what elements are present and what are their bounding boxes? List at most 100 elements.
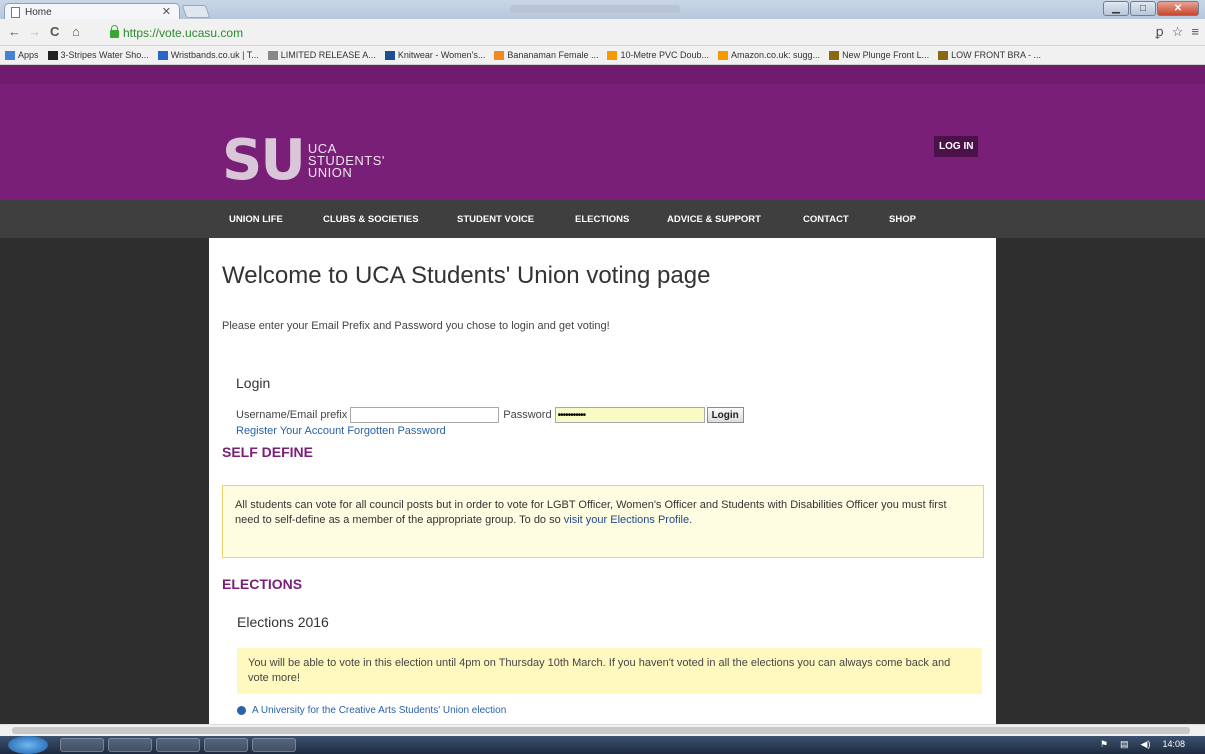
window-title-bar: Home ✕ ▁ □ ✕	[0, 0, 1205, 20]
main-content: Welcome to UCA Students' Union voting pa…	[209, 238, 996, 724]
bookmark-favicon-icon	[157, 50, 168, 60]
explorer-taskbar-icon[interactable]	[60, 738, 104, 752]
menu-icon[interactable]: ≡	[1191, 24, 1199, 40]
bookmark-favicon-icon	[5, 50, 15, 60]
reload-icon[interactable]: C	[50, 24, 59, 39]
login-heading: Login	[236, 375, 271, 391]
bookmark-label: Apps	[18, 50, 39, 60]
election-link-row[interactable]: A University for the Creative Arts Stude…	[237, 705, 506, 716]
browser-toolbar: ← → C ⌂ https://vote.ucasu.com ꝑ ☆ ≡	[0, 19, 1205, 46]
clock[interactable]: 14:08	[1162, 739, 1185, 750]
password-input[interactable]	[554, 407, 705, 423]
elections-year-heading: Elections 2016	[237, 614, 329, 630]
flag-icon[interactable]: ⚑	[1100, 739, 1108, 750]
window-controls: ▁ □ ✕	[1103, 1, 1199, 16]
browser-tab[interactable]: Home ✕	[4, 3, 180, 20]
election-link[interactable]: A University for the Creative Arts Stude…	[252, 705, 506, 716]
logo-letters: SU	[222, 128, 306, 193]
start-button[interactable]	[8, 736, 48, 754]
username-input[interactable]	[350, 407, 500, 423]
extension-icon[interactable]: ꝑ	[1155, 24, 1163, 40]
nav-advice-support[interactable]: ADVICE & SUPPORT	[667, 214, 761, 225]
elections-heading: ELECTIONS	[222, 576, 303, 592]
back-arrow-icon[interactable]: ←	[8, 24, 21, 39]
address-bar[interactable]: https://vote.ucasu.com	[110, 23, 1165, 42]
bookmark-label: New Plunge Front L...	[842, 50, 930, 60]
skype-taskbar-icon[interactable]	[252, 738, 296, 752]
nav-elections[interactable]: ELECTIONS	[575, 214, 629, 225]
window-title-blurred	[510, 5, 680, 13]
bookmark-label: Amazon.co.uk: sugg...	[731, 50, 821, 60]
bookmark-item[interactable]: 3-Stripes Water Sho...	[47, 50, 149, 60]
bookmark-favicon-icon	[47, 50, 58, 60]
bookmark-item[interactable]: Knitwear - Women's...	[384, 50, 485, 60]
bookmark-favicon-icon	[267, 50, 278, 60]
info-icon	[237, 706, 246, 715]
chrome-taskbar-icon[interactable]	[204, 738, 248, 752]
page-title: Welcome to UCA Students' Union voting pa…	[222, 262, 711, 289]
register-link[interactable]: Register Your Account	[236, 425, 344, 437]
nav-contact[interactable]: CONTACT	[803, 214, 849, 225]
minimize-button[interactable]: ▁	[1103, 1, 1129, 16]
tab-title: Home	[25, 6, 52, 18]
bookmark-label: LIMITED RELEASE A...	[280, 50, 376, 60]
header-login-button[interactable]: LOG IN	[934, 136, 979, 157]
system-tray: ⚑ ▤ ◀) 14:08	[1100, 739, 1185, 750]
forgot-password-link[interactable]: Forgotten Password	[347, 425, 445, 437]
bookmark-favicon-icon	[607, 50, 618, 60]
bookmark-favicon-icon	[938, 50, 949, 60]
page-icon	[11, 6, 20, 18]
su-logo[interactable]: SU UCA STUDENTS' UNION	[222, 128, 385, 193]
self-define-heading: SELF DEFINE	[222, 444, 314, 460]
bookmark-star-icon[interactable]: ☆	[1172, 24, 1184, 40]
elections-profile-link[interactable]: visit your Elections Profile.	[564, 514, 692, 526]
login-submit-button[interactable]: Login	[706, 407, 744, 423]
logo-text: UCA STUDENTS' UNION	[307, 142, 385, 180]
windows-taskbar: ⚑ ▤ ◀) 14:08	[0, 736, 1205, 754]
intro-text: Please enter your Email Prefix and Passw…	[222, 320, 610, 332]
outlook-taskbar-icon[interactable]	[108, 738, 152, 752]
network-icon[interactable]: ▤	[1120, 739, 1129, 750]
bookmark-item[interactable]: LOW FRONT BRA - ...	[938, 50, 1041, 60]
new-tab-button[interactable]	[181, 5, 211, 18]
main-nav: UNION LIFE CLUBS & SOCIETIES STUDENT VOI…	[0, 200, 1205, 238]
forward-arrow-icon[interactable]: →	[28, 24, 41, 39]
bookmark-favicon-icon	[494, 50, 505, 60]
nav-union-life[interactable]: UNION LIFE	[229, 214, 283, 225]
bookmark-item[interactable]: Amazon.co.uk: sugg...	[718, 50, 820, 60]
bookmark-label: Wristbands.co.uk | T...	[170, 50, 259, 60]
maximize-button[interactable]: □	[1130, 1, 1156, 16]
bookmark-label: 3-Stripes Water Sho...	[60, 50, 149, 60]
nav-clubs-societies[interactable]: CLUBS & SOCIETIES	[323, 214, 419, 225]
bookmark-item[interactable]: 10-Metre PVC Doub...	[607, 50, 709, 60]
close-window-button[interactable]: ✕	[1157, 1, 1199, 16]
username-label: Username/Email prefix	[236, 409, 348, 421]
self-define-notice: All students can vote for all council po…	[222, 485, 984, 558]
bookmark-favicon-icon	[384, 50, 395, 60]
horizontal-scrollbar[interactable]	[0, 724, 1205, 736]
url-text: https://vote.ucasu.com	[123, 25, 244, 40]
tab-close-icon[interactable]: ✕	[162, 5, 171, 18]
volume-icon[interactable]: ◀)	[1141, 739, 1151, 750]
site-header: SU UCA STUDENTS' UNION LOG IN	[0, 84, 1205, 200]
bookmark-favicon-icon	[829, 50, 840, 60]
nav-shop[interactable]: SHOP	[889, 214, 916, 225]
bookmark-label: Bananaman Female ...	[507, 50, 599, 60]
bookmarks-bar: Apps 3-Stripes Water Sho... Wristbands.co.…	[0, 46, 1205, 65]
home-icon[interactable]: ⌂	[72, 24, 80, 39]
header-topbar	[0, 65, 1205, 84]
logo-line-3: UNION	[307, 165, 353, 180]
bookmark-item[interactable]: New Plunge Front L...	[829, 50, 929, 60]
media-taskbar-icon[interactable]	[156, 738, 200, 752]
bookmark-item[interactable]: Bananaman Female ...	[494, 50, 598, 60]
bookmark-item[interactable]: Wristbands.co.uk | T...	[157, 50, 259, 60]
scrollbar-thumb[interactable]	[12, 727, 1190, 734]
lock-icon	[110, 24, 119, 38]
nav-student-voice[interactable]: STUDENT VOICE	[457, 214, 534, 225]
bookmark-item[interactable]: LIMITED RELEASE A...	[267, 50, 376, 60]
bookmark-label: LOW FRONT BRA - ...	[951, 50, 1041, 60]
bookmark-item[interactable]: Apps	[5, 50, 39, 60]
account-links: Register Your Account Forgotten Password	[236, 425, 446, 437]
password-label: Password	[503, 409, 552, 421]
login-form: Username/Email prefix Password Login	[236, 407, 744, 423]
